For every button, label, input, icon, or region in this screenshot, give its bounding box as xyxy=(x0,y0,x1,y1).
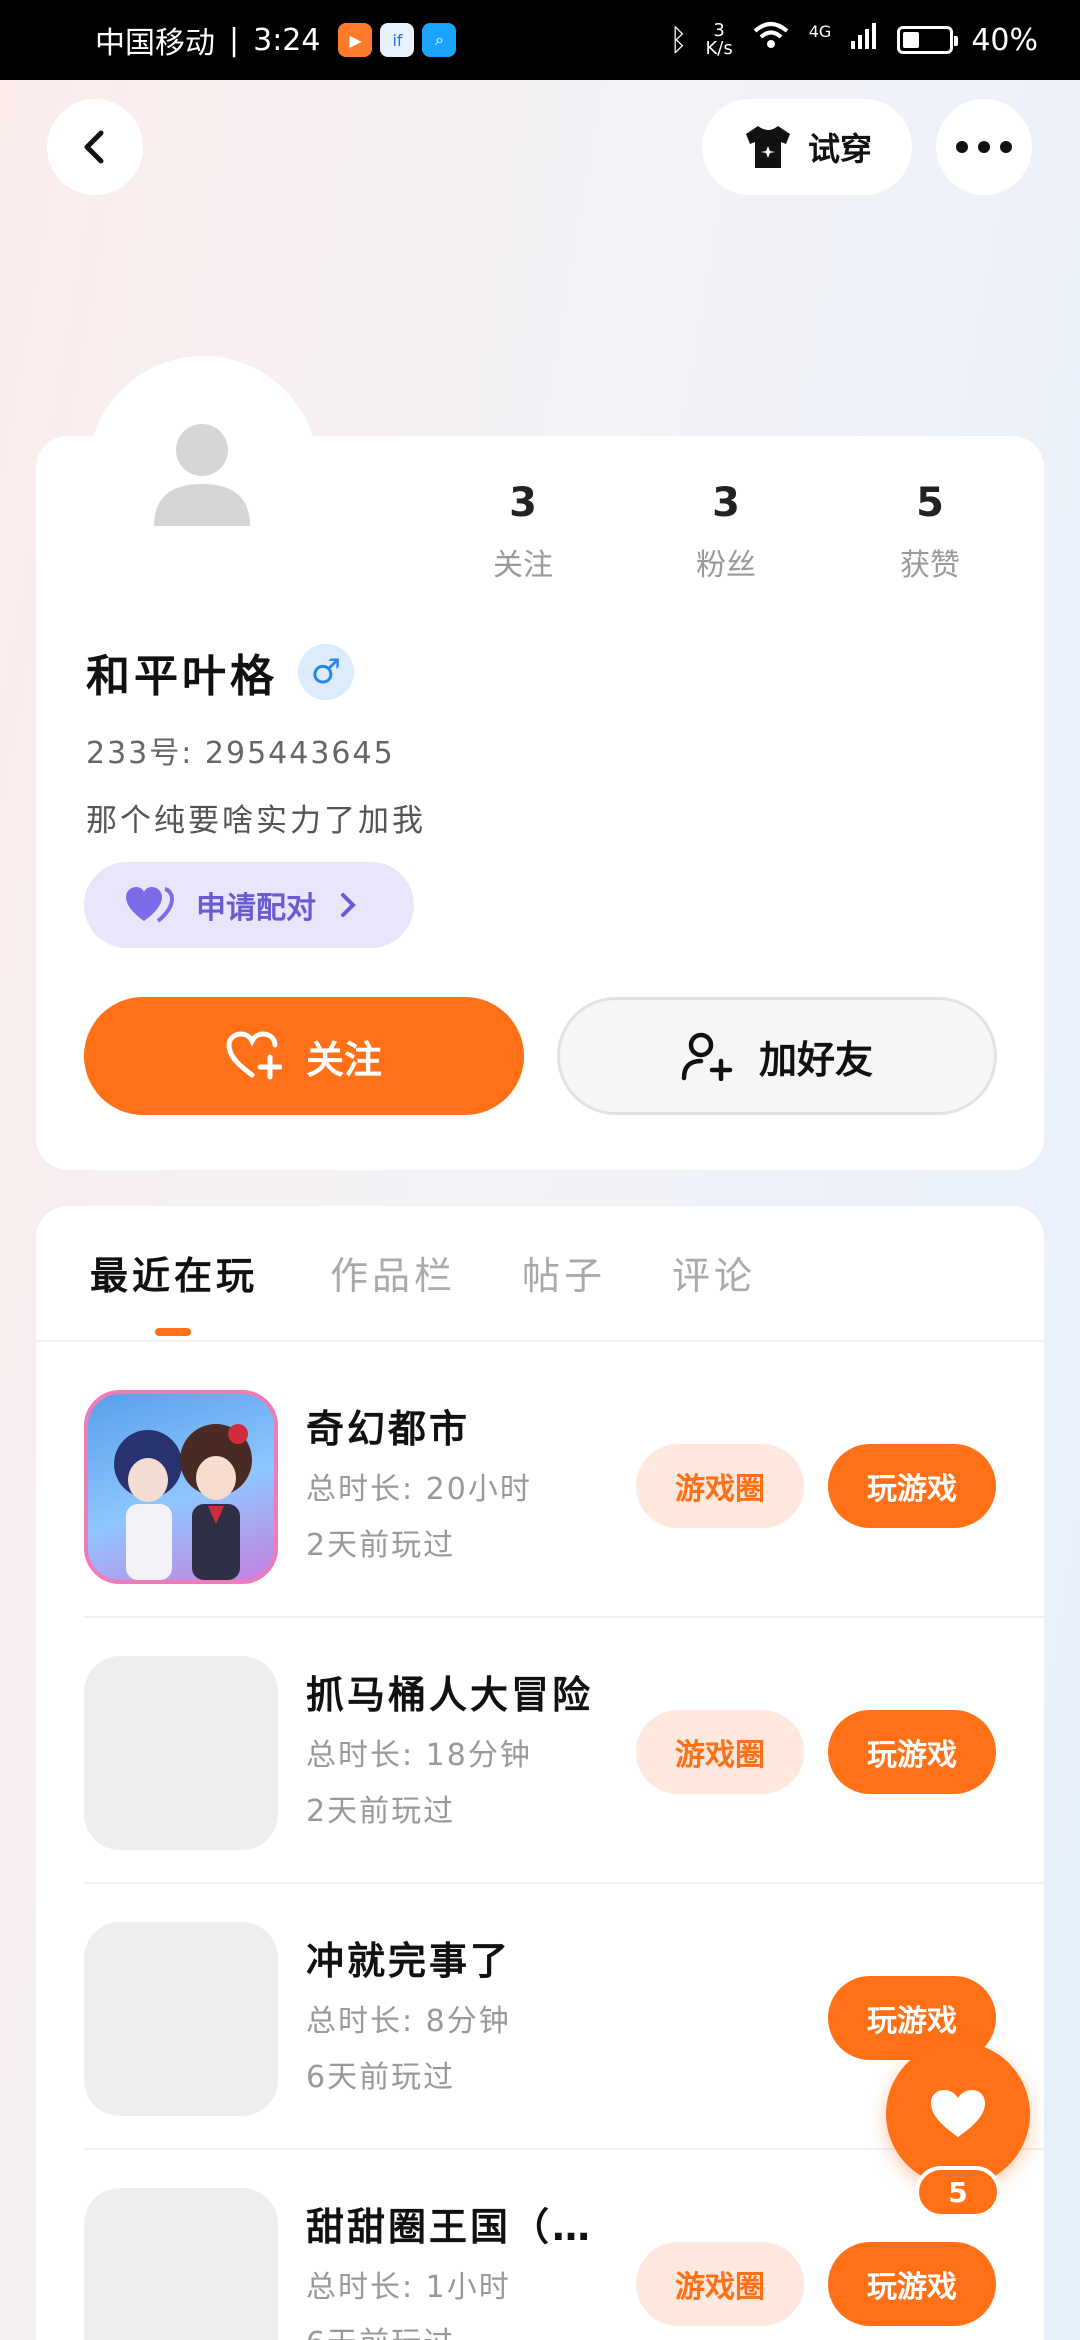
user-name: 和平叶格 xyxy=(86,651,278,702)
stat-fans-value: 3 xyxy=(712,480,740,526)
play-game-button[interactable]: 玩游戏 xyxy=(828,1444,996,1528)
play-game-button[interactable]: 玩游戏 xyxy=(828,2242,996,2326)
game-last-played: 2天前玩过 xyxy=(306,1794,456,1829)
like-count-badge: 5 xyxy=(915,2166,1001,2218)
request-pair-label: 申请配对 xyxy=(196,891,316,926)
battery-icon xyxy=(897,26,959,54)
status-bar: 中国移动 | 3:24 ▶ if ⌕ ᛒ 3 K/s 4G 40% xyxy=(0,0,1080,80)
list-item[interactable]: 甜甜圈王国（… 总时长: 1小时 6天前玩过 游戏圈 玩游戏 xyxy=(36,2140,1044,2340)
profile-page: 中国移动 | 3:24 ▶ if ⌕ ᛒ 3 K/s 4G 40% 试穿 3 关… xyxy=(0,0,1080,2340)
clock: 3:24 xyxy=(253,22,321,58)
search-app-icon: ⌕ xyxy=(422,23,457,57)
game-title: 甜甜圈王国（… xyxy=(306,2205,594,2249)
stat-fans[interactable]: 3 粉丝 xyxy=(656,480,796,584)
add-user-icon xyxy=(681,1032,733,1081)
add-friend-button[interactable]: 加好友 xyxy=(557,997,997,1115)
try-on-label: 试穿 xyxy=(807,130,872,168)
tab-comments[interactable]: 评论 xyxy=(672,1245,756,1300)
signal-icon xyxy=(849,21,879,59)
follow-button[interactable]: 关注 xyxy=(84,997,524,1115)
carrier-label: 中国移动 xyxy=(95,26,215,61)
try-on-button[interactable]: 试穿 xyxy=(702,99,912,195)
game-thumbnail[interactable] xyxy=(84,1922,278,2116)
stat-following-label: 关注 xyxy=(493,548,553,583)
game-circle-button[interactable]: 游戏圈 xyxy=(636,1710,804,1794)
game-circle-button[interactable]: 游戏圈 xyxy=(636,2242,804,2326)
game-duration: 总时长: 20小时 xyxy=(306,1472,532,1507)
ifly-app-icon: if xyxy=(380,23,415,57)
game-title: 冲就完事了 xyxy=(306,1939,512,1983)
follow-label: 关注 xyxy=(305,1037,382,1082)
wifi-icon xyxy=(751,21,791,59)
tab-posts[interactable]: 帖子 xyxy=(522,1245,606,1300)
game-last-played: 6天前玩过 xyxy=(306,2060,456,2095)
game-last-played: 2天前玩过 xyxy=(306,1528,456,1563)
game-duration: 总时长: 18分钟 xyxy=(306,1738,532,1773)
chevron-left-icon xyxy=(84,130,104,164)
bluetooth-icon: ᛒ xyxy=(669,22,688,58)
play-game-button[interactable]: 玩游戏 xyxy=(828,1710,996,1794)
more-dots-icon xyxy=(956,141,1012,153)
active-tab-indicator xyxy=(155,1328,191,1336)
stat-likes-value: 5 xyxy=(916,480,944,526)
game-thumbnail[interactable] xyxy=(84,1656,278,1850)
battery-percent: 40% xyxy=(971,22,1038,58)
male-gender-icon: ♂ xyxy=(298,644,354,700)
game-last-played: 6天前玩过 xyxy=(306,2318,455,2340)
game-title: 奇幻都市 xyxy=(306,1407,471,1451)
game-thumbnail[interactable] xyxy=(84,1390,278,1584)
tab-recently-played[interactable]: 最近在玩 xyxy=(90,1245,258,1300)
game-thumbnail[interactable] xyxy=(84,2188,278,2340)
floating-like-button[interactable] xyxy=(886,2042,1030,2186)
game-duration: 总时长: 8分钟 xyxy=(306,2004,511,2039)
default-avatar-icon xyxy=(154,424,250,526)
game-title: 抓马桶人大冒险 xyxy=(306,1673,594,1717)
chevron-right-icon xyxy=(341,893,356,917)
heart-pair-icon xyxy=(126,887,174,923)
tab-works[interactable]: 作品栏 xyxy=(330,1245,456,1300)
game-circle-button[interactable]: 游戏圈 xyxy=(636,1444,804,1528)
list-item[interactable]: 抓马桶人大冒险 总时长: 18分钟 2天前玩过 游戏圈 玩游戏 xyxy=(36,1608,1044,1874)
more-button[interactable] xyxy=(936,99,1032,195)
heart-icon xyxy=(931,2090,985,2137)
avatar[interactable] xyxy=(150,420,254,530)
net-speed: 3 K/s xyxy=(705,20,733,59)
back-button[interactable] xyxy=(47,99,143,195)
user-id: 233号: 295443645 xyxy=(86,736,395,771)
heart-plus-icon xyxy=(226,1031,282,1080)
stat-following-value: 3 xyxy=(509,480,537,526)
game-artwork-image xyxy=(114,1424,252,1580)
stat-likes[interactable]: 5 获赞 xyxy=(860,480,1000,584)
name-row: 和平叶格 ♂ xyxy=(86,640,354,704)
stat-fans-label: 粉丝 xyxy=(696,548,756,583)
stat-following[interactable]: 3 关注 xyxy=(453,480,593,584)
video-app-icon: ▶ xyxy=(338,23,373,57)
add-friend-label: 加好友 xyxy=(758,1037,873,1082)
stat-likes-label: 获赞 xyxy=(900,548,960,583)
request-pair-button[interactable]: 申请配对 xyxy=(84,862,414,948)
shirt-icon xyxy=(745,126,790,168)
network-type: 4G xyxy=(808,22,832,41)
user-bio: 那个纯要啥实力了加我 xyxy=(86,803,426,839)
list-item[interactable]: 奇幻都市 总时长: 20小时 2天前玩过 游戏圈 玩游戏 xyxy=(36,1342,1044,1608)
game-duration: 总时长: 1小时 xyxy=(306,2270,511,2305)
